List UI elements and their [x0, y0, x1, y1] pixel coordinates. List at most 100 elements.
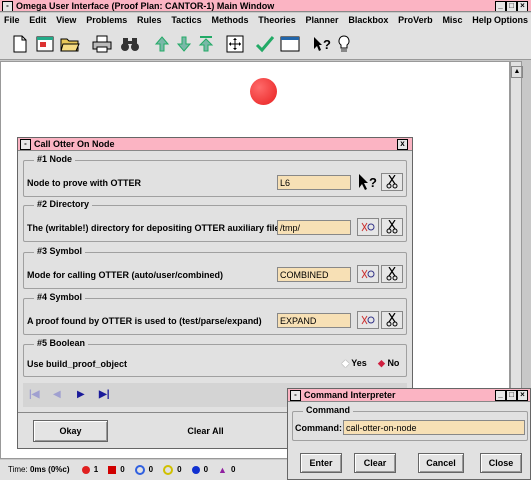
help-icon[interactable]: ? — [312, 34, 332, 54]
cut-proof-usage-button[interactable] — [381, 311, 403, 329]
mode-group: #3 Symbol Mode for calling OTTER (auto/u… — [23, 246, 407, 289]
cut-directory-button[interactable] — [381, 218, 403, 236]
window-menu-icon[interactable]: - — [2, 1, 13, 11]
no-radio[interactable]: ◆ No — [378, 358, 399, 369]
maximize-icon[interactable]: □ — [506, 1, 517, 11]
boolean-group: #5 Boolean Use build_proof_object ◆ Yes … — [23, 338, 407, 377]
menu-proverb[interactable]: ProVerb — [398, 15, 433, 25]
new-document-icon[interactable] — [10, 34, 30, 54]
call-otter-titlebar[interactable]: - Call Otter On Node x — [18, 138, 412, 151]
main-window-titlebar[interactable]: - Omega User Interface (Proof Plan: CANTO… — [0, 0, 531, 12]
first-page-icon[interactable]: |◀ — [29, 389, 40, 400]
menu-problems[interactable]: Problems — [86, 15, 127, 25]
node-count: 0 — [120, 465, 125, 475]
lightbulb-icon[interactable] — [334, 34, 354, 54]
menu-options[interactable]: Options — [494, 13, 528, 27]
dialog-menu-icon[interactable]: - — [20, 139, 31, 150]
open-node-icon — [191, 466, 200, 474]
menu-tactics[interactable]: Tactics — [171, 15, 201, 25]
menu-file[interactable]: File — [4, 15, 20, 25]
cut-mode-button[interactable] — [381, 265, 403, 283]
minimize-icon[interactable]: _ — [495, 1, 506, 11]
arrow-up-icon[interactable] — [152, 34, 172, 54]
next-page-icon[interactable]: ▶ — [77, 389, 85, 400]
node-counter: ▲ 0 — [218, 465, 235, 475]
cut-node-button[interactable] — [381, 173, 403, 191]
ci-close-icon[interactable]: × — [517, 390, 528, 401]
command-interpreter-title: Command Interpreter — [304, 390, 396, 400]
svg-text:?: ? — [323, 37, 331, 52]
node-group-label: #1 Node — [34, 154, 76, 164]
command-input[interactable]: call-otter-on-node — [343, 420, 525, 435]
scissors-icon — [386, 267, 398, 281]
cancel-button[interactable]: Cancel — [418, 453, 464, 473]
proof-node[interactable] — [250, 78, 277, 105]
node-count: 0 — [148, 465, 154, 475]
arrow-top-icon[interactable] — [196, 34, 216, 54]
ci-menu-icon[interactable]: - — [290, 390, 301, 401]
clear-all-button[interactable]: Clear All — [168, 420, 243, 442]
build-proof-object-label: Use build_proof_object — [27, 359, 128, 369]
enter-button[interactable]: Enter — [300, 453, 342, 473]
proof-usage-group: #4 Symbol A proof found by OTTER is used… — [23, 292, 407, 335]
node-count: 0 — [203, 465, 209, 475]
close-icon[interactable]: × — [517, 1, 528, 11]
scroll-up-icon[interactable]: ▲ — [511, 66, 523, 78]
menu-view[interactable]: View — [56, 15, 76, 25]
svg-text:?: ? — [369, 175, 377, 190]
main-window-title: Omega User Interface (Proof Plan: CANTOR… — [16, 1, 275, 11]
check-icon[interactable] — [255, 34, 275, 54]
default-proof-usage-button[interactable] — [357, 311, 379, 329]
command-interpreter-window: - Command Interpreter _ □ × Command Command… — [287, 388, 531, 480]
move-icon[interactable] — [225, 34, 245, 54]
command-group: Command Command: call-otter-on-node — [292, 405, 528, 441]
yes-radio[interactable]: ◆ Yes — [342, 358, 367, 369]
pick-node-icon[interactable]: ? — [357, 172, 379, 192]
node-counter: 1 — [81, 465, 99, 475]
menu-misc[interactable]: Misc — [442, 15, 462, 25]
menu-planner[interactable]: Planner — [306, 15, 339, 25]
last-page-icon[interactable]: ▶| — [99, 389, 110, 400]
close-button[interactable]: Close — [480, 453, 522, 473]
node-counter: 0 — [134, 465, 154, 475]
clear-button[interactable]: Clear — [354, 453, 396, 473]
hollow-node-icon — [134, 465, 145, 475]
call-otter-title: Call Otter On Node — [34, 139, 115, 149]
binoculars-icon[interactable] — [120, 34, 140, 54]
print-icon[interactable] — [92, 34, 112, 54]
ci-maximize-icon[interactable]: □ — [506, 390, 517, 401]
command-interpreter-titlebar[interactable]: - Command Interpreter _ □ × — [288, 389, 530, 402]
menu-theories[interactable]: Theories — [258, 15, 296, 25]
arrow-down-icon[interactable] — [174, 34, 194, 54]
menu-edit[interactable]: Edit — [29, 15, 46, 25]
no-label: No — [387, 358, 400, 368]
previous-page-icon[interactable]: ◀ — [53, 389, 61, 400]
time-label: Time: — [8, 465, 28, 475]
okay-button[interactable]: Okay — [33, 420, 108, 442]
time-value: 0ms (0%c) — [29, 465, 70, 475]
open-node-icon — [81, 466, 90, 474]
mode-input[interactable]: COMBINED — [277, 267, 351, 282]
menu-rules[interactable]: Rules — [137, 15, 162, 25]
default-value-icon — [361, 315, 375, 325]
panel-icon[interactable] — [280, 34, 300, 54]
menu-help[interactable]: Help — [472, 15, 492, 25]
menu-methods[interactable]: Methods — [211, 15, 248, 25]
node-counter: 0 — [108, 465, 125, 475]
directory-group: #2 Directory The (writable!) directory f… — [23, 199, 407, 242]
scissors-icon — [386, 175, 398, 189]
proof-usage-input[interactable]: EXPAND — [277, 313, 351, 328]
node-group: #1 Node Node to prove with OTTER L6 ? — [23, 154, 407, 197]
ci-minimize-icon[interactable]: _ — [495, 390, 506, 401]
node-counter: 0 — [163, 465, 182, 475]
dialog-close-icon[interactable]: x — [397, 139, 408, 150]
node-count: 1 — [93, 465, 99, 475]
open-folder-icon[interactable] — [60, 34, 80, 54]
proof-usage-group-label: #4 Symbol — [34, 292, 86, 302]
node-input[interactable]: L6 — [277, 175, 351, 190]
menu-blackbox[interactable]: Blackbox — [348, 15, 388, 25]
window-icon[interactable] — [35, 34, 55, 54]
default-mode-button[interactable] — [357, 265, 379, 283]
directory-input[interactable]: /tmp/ — [277, 220, 351, 235]
default-directory-button[interactable] — [357, 218, 379, 236]
